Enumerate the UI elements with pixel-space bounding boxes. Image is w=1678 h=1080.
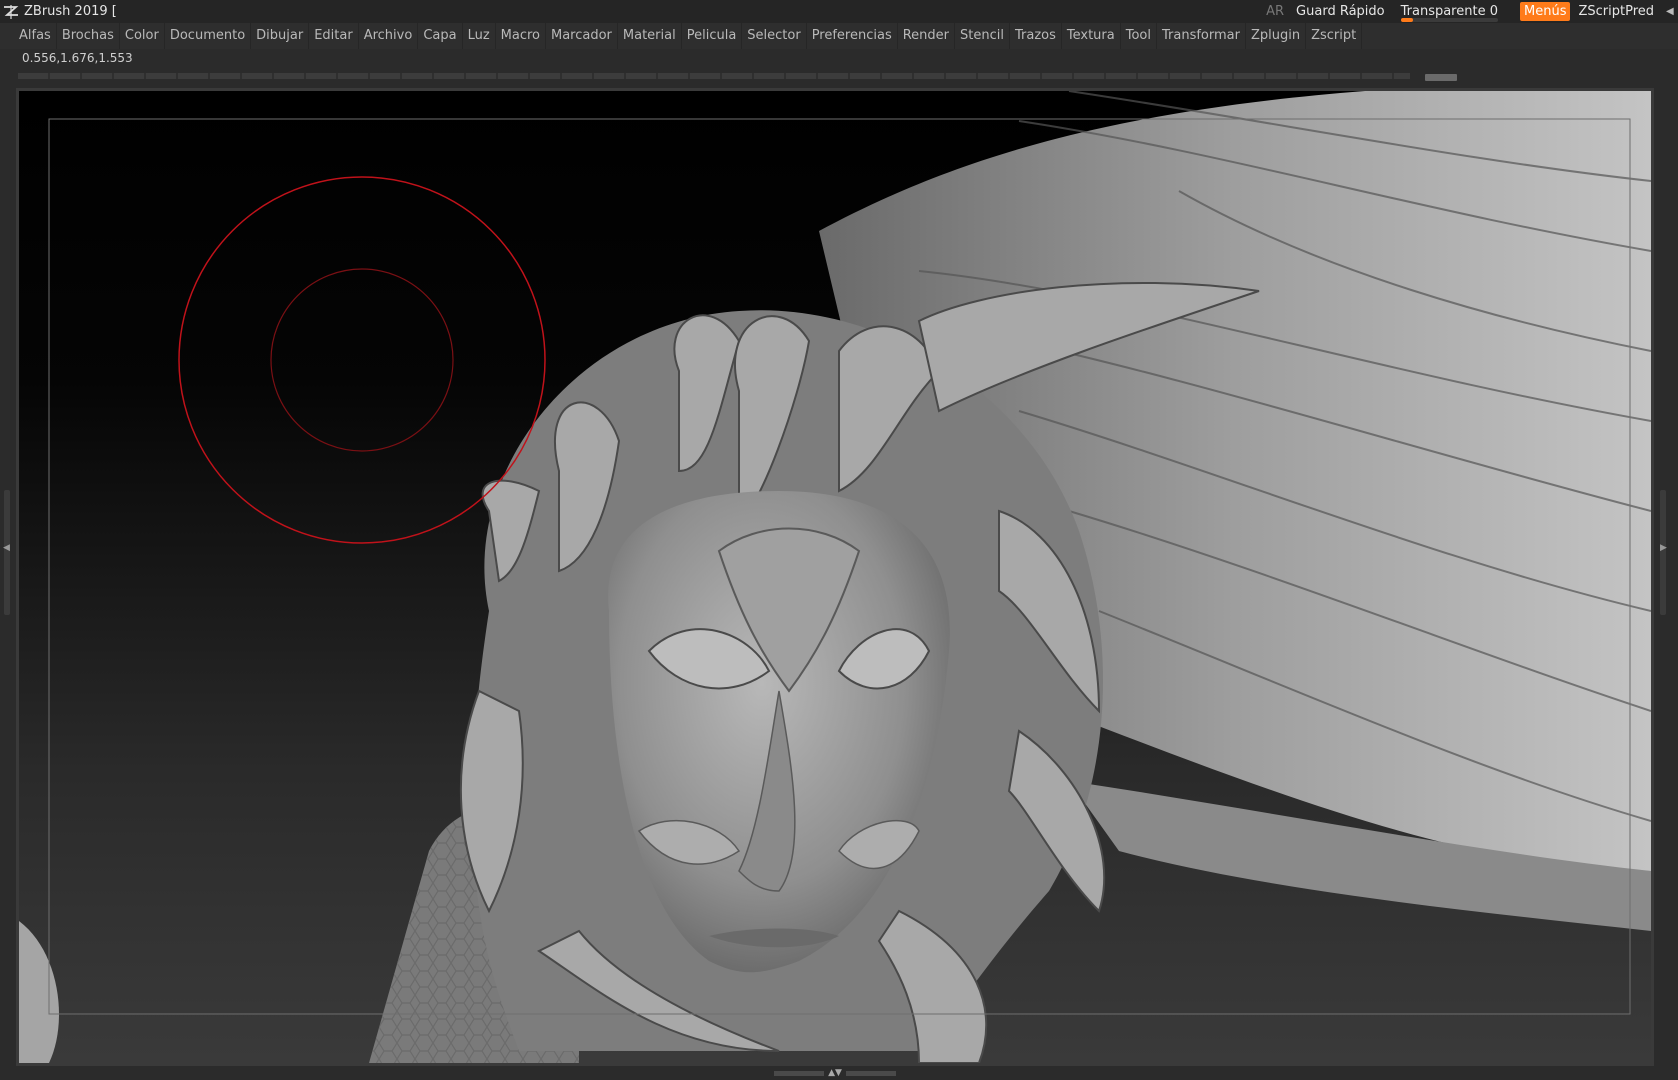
menu-documento[interactable]: Documento [165, 23, 252, 49]
main-menu-bar: Alfas Brochas Color Documento Dibujar Ed… [0, 23, 1678, 49]
menu-transformar[interactable]: Transformar [1157, 23, 1246, 49]
menu-selector[interactable]: Selector [742, 23, 807, 49]
menu-marcador[interactable]: Marcador [546, 23, 618, 49]
bottom-tray-bar-left [774, 1070, 825, 1076]
document-canvas[interactable] [16, 88, 1654, 1066]
menu-zplugin[interactable]: Zplugin [1246, 23, 1307, 49]
menu-alfas[interactable]: Alfas [14, 23, 57, 49]
sculpt-model-view [19, 91, 1651, 1063]
coordinates-readout: 0.556,1.676,1.553 [22, 51, 133, 65]
transparent-slider-track[interactable] [1400, 18, 1498, 22]
transparent-value: 0 [1489, 4, 1498, 19]
transparent-slider-fill [1400, 18, 1413, 22]
bottom-tray-arrow-icon[interactable]: ▲▼ [828, 1069, 842, 1078]
menu-color[interactable]: Color [120, 23, 165, 49]
app-title: ZBrush 2019 [ [24, 4, 117, 19]
right-tray-arrow-icon[interactable]: ▶ [1660, 543, 1667, 553]
menus-button[interactable]: Menús [1520, 2, 1571, 21]
bottom-tray-bar-right [845, 1070, 896, 1076]
menu-brochas[interactable]: Brochas [57, 23, 120, 49]
menu-render[interactable]: Render [898, 23, 956, 49]
menu-luz[interactable]: Luz [463, 23, 496, 49]
quick-save-button[interactable]: Guard Rápido [1296, 4, 1385, 19]
menu-material[interactable]: Material [618, 23, 682, 49]
transparent-slider[interactable]: Transparente 0 [1397, 4, 1502, 22]
left-tray-arrow-icon[interactable]: ◀ [3, 543, 10, 553]
menu-editar[interactable]: Editar [309, 23, 359, 49]
menu-textura[interactable]: Textura [1062, 23, 1121, 49]
menu-archivo[interactable]: Archivo [359, 23, 419, 49]
menu-tool[interactable]: Tool [1121, 23, 1157, 49]
chevron-left-icon[interactable]: ◀ [1666, 6, 1676, 17]
title-bar-right: AR Guard Rápido Transparente 0 Menús ZSc… [1266, 0, 1678, 23]
menu-stencil[interactable]: Stencil [955, 23, 1010, 49]
bottom-tray-handle[interactable]: ▲▼ [770, 1069, 900, 1078]
title-bar: ZBrush 2019 [ AR Guard Rápido Transparen… [0, 0, 1678, 23]
menu-zscript[interactable]: Zscript [1306, 23, 1363, 49]
menu-preferencias[interactable]: Preferencias [807, 23, 898, 49]
menu-trazos[interactable]: Trazos [1010, 23, 1062, 49]
menu-dibujar[interactable]: Dibujar [251, 23, 310, 49]
shelf-scroll-handle[interactable] [1425, 74, 1457, 81]
ar-toggle[interactable]: AR [1266, 4, 1284, 19]
top-shelf-ruler [18, 73, 1410, 79]
menu-macro[interactable]: Macro [496, 23, 546, 49]
zbrush-logo-icon [4, 4, 19, 19]
menu-capa[interactable]: Capa [418, 23, 463, 49]
zscript-pred-button[interactable]: ZScriptPred [1578, 4, 1654, 19]
transparent-label: Transparente [1400, 4, 1486, 19]
menu-pelicula[interactable]: Pelicula [682, 23, 743, 49]
